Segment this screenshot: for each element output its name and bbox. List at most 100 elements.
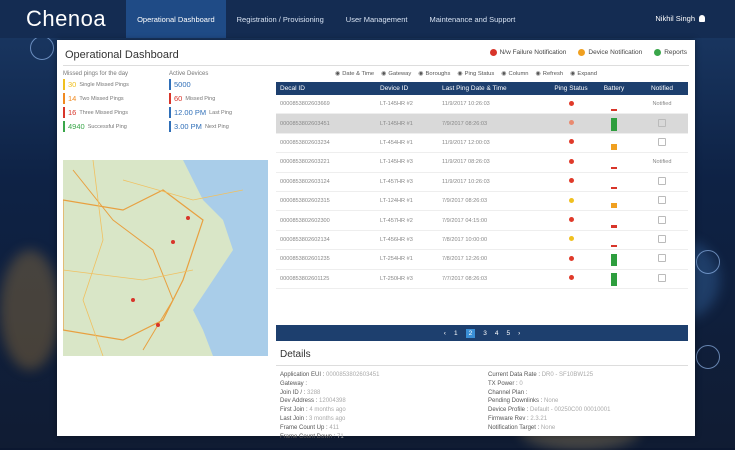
battery: [592, 252, 636, 267]
pager-page-3[interactable]: 3: [483, 330, 487, 337]
network-failure-notification-button[interactable]: N/w Failure Notification: [489, 49, 566, 56]
filter-refresh[interactable]: ◉ Refresh: [536, 70, 564, 78]
device-map[interactable]: [63, 160, 268, 356]
last-ping-time: 11/9/2017 10:26:03: [442, 178, 490, 185]
battery: [592, 97, 636, 112]
gateway-icon: ◉: [381, 71, 387, 77]
table-row[interactable]: 0000853802603124 LT-457HR #3 11/9/2017 10:…: [276, 173, 688, 192]
filter-date-time[interactable]: ◉ Date & Time: [335, 70, 374, 78]
table-row[interactable]: 0000853802602315 LT-124HR #1 7/9/2017 08:2…: [276, 192, 688, 212]
battery-icon: [611, 252, 617, 267]
notified-checkbox[interactable]: [658, 234, 666, 243]
battery-icon: [611, 97, 617, 112]
ping-status-icon: [568, 217, 574, 223]
stat-label: Two Missed Pings: [79, 95, 124, 102]
user-menu[interactable]: Nikhil Singh: [655, 14, 705, 23]
filter-ping-status[interactable]: ◉ Ping Status: [457, 70, 494, 78]
column-decal-id[interactable]: Decal ID: [276, 85, 380, 92]
filter-label: Expand: [577, 70, 597, 77]
battery-icon: [611, 136, 617, 150]
last-ping-time: 7/8/2017 12:26:00: [442, 256, 488, 263]
stat-value: 60: [174, 94, 183, 103]
ping-status-icon: ◉: [457, 71, 463, 77]
pager-page-2[interactable]: 2: [465, 328, 476, 338]
notified-checkbox[interactable]: [658, 254, 666, 263]
pager-next-button[interactable]: ›: [518, 330, 520, 337]
last-ping-time: 7/8/2017 10:00:00: [442, 236, 488, 243]
column-icon: ◉: [501, 71, 507, 77]
column-battery[interactable]: Battery: [592, 85, 636, 92]
nav-user-management[interactable]: User Management: [335, 0, 419, 38]
column-last-ping[interactable]: Last Ping Date & Time: [442, 85, 550, 92]
nav-maintenance[interactable]: Maintenance and Support: [418, 0, 526, 38]
pager-page-5[interactable]: 5: [506, 330, 510, 337]
ping-status-icon: [568, 100, 574, 106]
table-row[interactable]: 0000853802603234 LT-454HR #1 11/9/2017 12:…: [276, 134, 688, 154]
filter-expand[interactable]: ◉ Expand: [570, 70, 597, 78]
notified-checkbox[interactable]: [658, 176, 666, 185]
column-notified[interactable]: Notified: [636, 85, 688, 92]
detail-row: Last Join : 3 months ago: [280, 415, 379, 424]
battery-level: [611, 225, 617, 228]
device-id: LT-454HR #1: [380, 139, 413, 146]
nav-registration[interactable]: Registration / Provisioning: [226, 0, 335, 38]
detail-key: Current Data Rate :: [488, 372, 541, 378]
map-marker[interactable]: [156, 323, 160, 327]
detail-row: TX Power : 0: [488, 380, 610, 389]
road: [63, 269, 194, 281]
detail-key: Last Join :: [280, 415, 308, 422]
pager-prev-button[interactable]: ‹: [444, 330, 446, 337]
ping-status: [550, 120, 592, 127]
brand-logo[interactable]: Chenoa: [26, 6, 106, 32]
device-id: LT-254HR #1: [380, 256, 413, 263]
table-row[interactable]: 0000853802603669 LT-145HR #2 11/9/2017 10:…: [276, 95, 688, 115]
clock-icon: ◉: [335, 71, 341, 77]
ping-status-icon: [568, 275, 574, 281]
notified-checkbox[interactable]: [658, 196, 666, 205]
stat-label: Three Missed Pings: [79, 109, 128, 116]
filter-boroughs[interactable]: ◉ Boroughs: [418, 70, 450, 78]
stat-active-devices: 60 Missed Ping: [169, 93, 270, 104]
table-row[interactable]: 0000853802602300 LT-457HR #2 7/9/2017 04:1…: [276, 211, 688, 231]
ping-status-icon: [568, 120, 574, 126]
battery: [592, 155, 636, 170]
table-row[interactable]: 0000853802601125 LT-250HR #3 7/7/2017 08:2…: [276, 270, 688, 289]
table-row[interactable]: 0000853802601235 LT-254HR #1 7/8/2017 12:2…: [276, 250, 688, 270]
column-device-id[interactable]: Device ID: [380, 85, 442, 92]
table-row[interactable]: 0000853802603221 LT-145HR #3 11/9/2017 08:…: [276, 153, 688, 173]
pager-page-1[interactable]: 1: [454, 330, 458, 337]
filter-label: Column: [508, 70, 529, 77]
notified-checkbox[interactable]: [658, 273, 666, 282]
map-marker[interactable]: [186, 216, 190, 220]
filter-column[interactable]: ◉ Column: [501, 70, 529, 78]
map-marker[interactable]: [171, 240, 175, 244]
column-ping-status[interactable]: Ping Status: [550, 85, 592, 92]
device-notification-button[interactable]: Device Notification: [578, 49, 642, 56]
pager-page-4[interactable]: 4: [495, 330, 499, 337]
stat-missed-pings: 16 Three Missed Pings: [63, 107, 166, 118]
top-navbar: Chenoa Operational Dashboard Registratio…: [0, 0, 735, 38]
detail-row: First Join : 4 months ago: [280, 406, 379, 415]
last-ping-time: 11/9/2017 08:26:03: [442, 159, 490, 166]
notified-checkbox[interactable]: [658, 215, 666, 224]
table-row[interactable]: 0000853802603451 LT-145HR #1 7/9/2017 08:2…: [276, 114, 688, 134]
nav-operational-dashboard[interactable]: Operational Dashboard: [126, 0, 226, 38]
active-devices-header: Active Devices: [169, 71, 209, 77]
battery-icon: [611, 175, 617, 189]
ping-status: [550, 197, 592, 205]
main-nav: Operational Dashboard Registration / Pro…: [126, 0, 526, 38]
stat-active-devices: 12.00 PM Last Ping: [169, 107, 270, 118]
stat-label: Successful Ping: [87, 123, 127, 130]
battery-icon: [611, 272, 617, 286]
notified-checkbox[interactable]: [658, 118, 666, 127]
map-marker[interactable]: [131, 298, 135, 302]
table-row[interactable]: 0000853802602134 LT-456HR #3 7/8/2017 10:0…: [276, 231, 688, 251]
notified-checkbox[interactable]: [658, 137, 666, 146]
details-column: Current Data Rate : DR0 - SF10BW125 TX Po…: [488, 371, 610, 433]
battery-level: [611, 244, 617, 247]
stat-label: Last Ping: [209, 109, 233, 116]
filter-gateway[interactable]: ◉ Gateway: [381, 70, 411, 78]
battery-level: [611, 253, 617, 267]
reports-button[interactable]: Reports: [654, 49, 687, 56]
detail-value: 0: [519, 380, 523, 387]
